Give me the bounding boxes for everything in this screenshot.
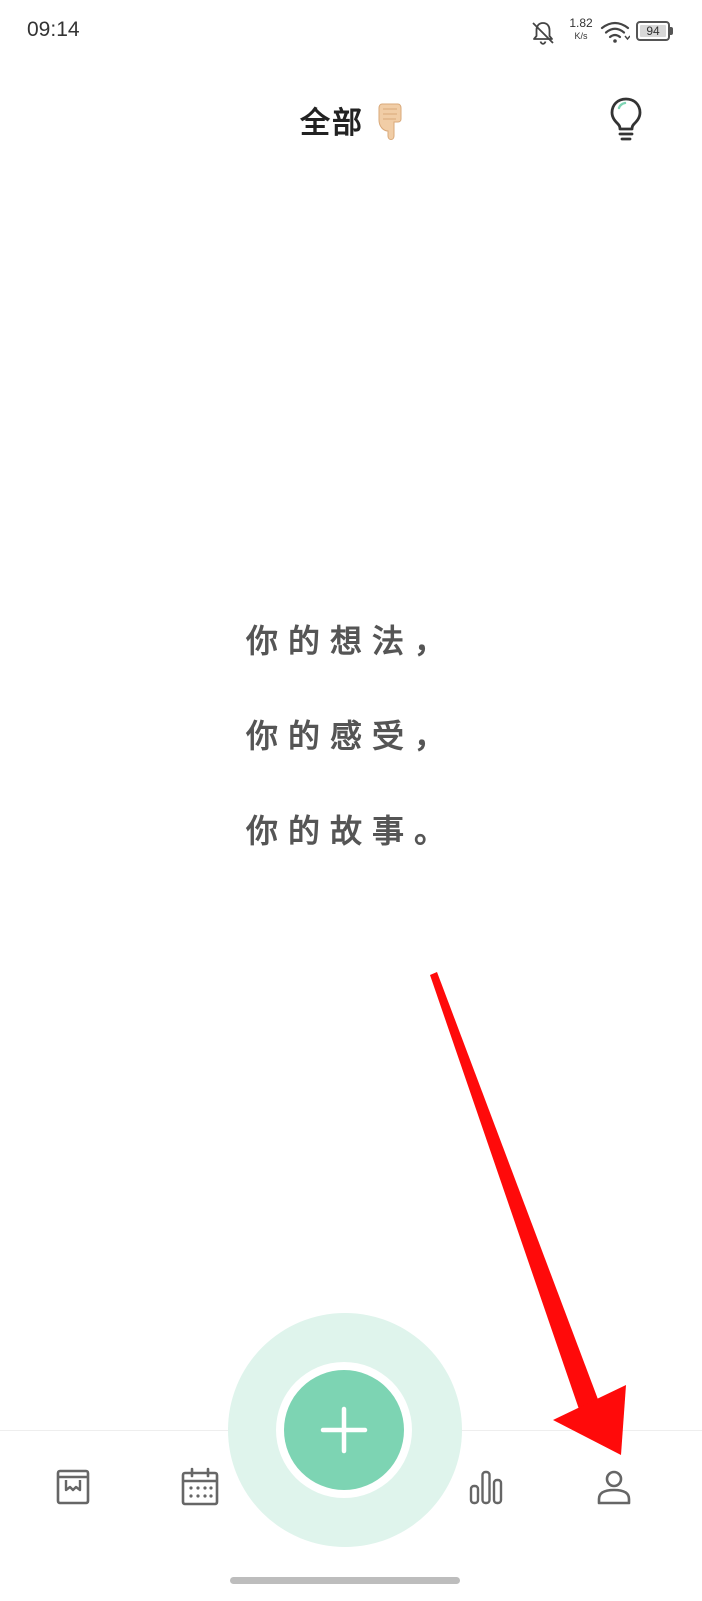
battery-level: 94 [646,24,660,38]
empty-line-1: 你的想法， [245,622,456,660]
calendar-icon [181,1467,219,1506]
category-selector[interactable]: 全部 [300,100,408,141]
page-title: 全部 [300,106,364,141]
app-header: 全部 [0,90,702,160]
tab-journal[interactable] [45,1459,101,1515]
net-speed-unit: K/s [574,31,588,41]
stats-icon [469,1470,503,1505]
net-speed-value: 1.82 [569,16,593,30]
tab-calendar[interactable] [172,1459,228,1515]
empty-line-2: 你的感受， [245,717,456,755]
status-bar: 09:14 1.82 K/s 94 [0,0,702,64]
empty-state: 你的想法， 你的感受， 你的故事。 [0,615,702,900]
add-icon [320,1406,368,1454]
profile-icon [597,1470,631,1505]
journal-icon [56,1469,90,1505]
add-entry-button[interactable] [284,1370,404,1490]
battery-icon: 94 [636,21,670,41]
tab-profile[interactable] [586,1459,642,1515]
home-indicator[interactable] [230,1577,460,1584]
net-speed: 1.82 K/s [566,17,596,43]
pointing-hand-down-icon [378,103,402,140]
bell-off-icon [532,22,554,45]
lightbulb-icon[interactable] [608,96,644,142]
wifi-icon [600,21,630,43]
tab-stats[interactable] [458,1459,514,1515]
status-time: 09:14 [27,18,80,41]
empty-line-3: 你的故事。 [245,812,456,850]
